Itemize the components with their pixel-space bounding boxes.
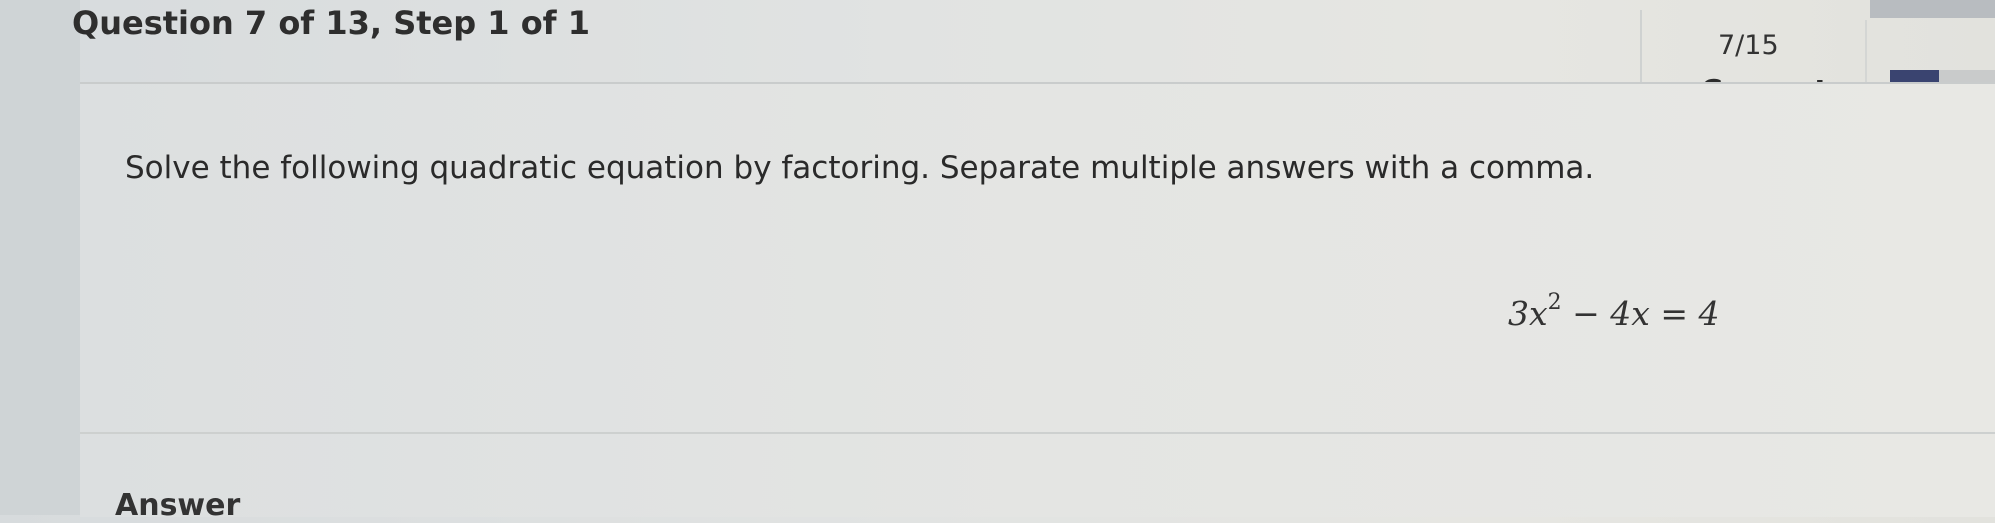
left-margin bbox=[0, 0, 80, 515]
section-divider bbox=[80, 432, 1995, 434]
question-step-indicator: Question 7 of 13, Step 1 of 1 bbox=[72, 4, 590, 42]
score-display: 7/15 bbox=[1718, 30, 1779, 61]
answer-label: Answer bbox=[115, 488, 241, 523]
quadratic-equation: 3x2 − 4x = 4 bbox=[1508, 290, 1719, 333]
equation-exponent: 2 bbox=[1547, 290, 1562, 315]
equation-remainder: − 4x = 4 bbox=[1561, 294, 1720, 333]
question-prompt: Solve the following quadratic equation b… bbox=[125, 150, 1595, 186]
equation-term: 3x bbox=[1508, 294, 1548, 333]
top-right-bar bbox=[1870, 0, 1995, 18]
